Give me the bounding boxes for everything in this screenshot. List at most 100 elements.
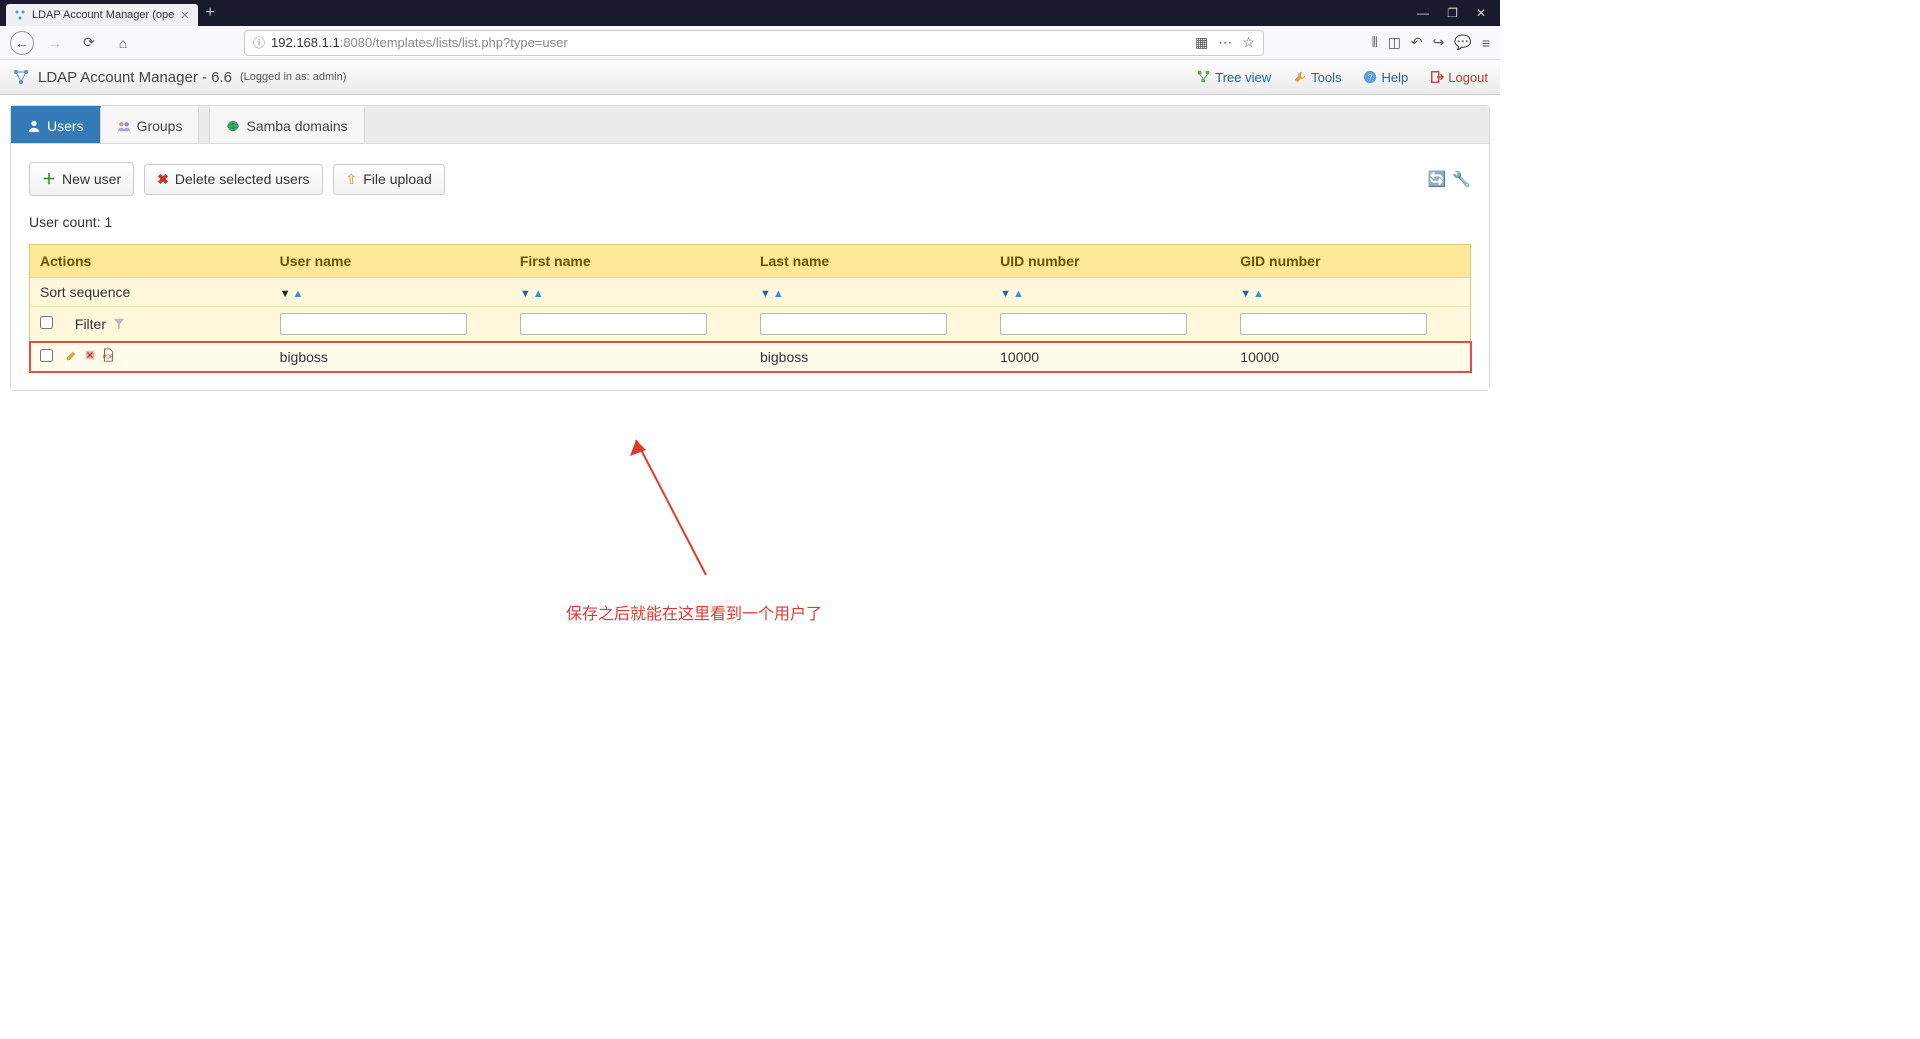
sort-uid[interactable]: ▼▲ xyxy=(1000,288,1024,300)
window-close-icon[interactable]: ✕ xyxy=(1476,6,1486,20)
pdf-icon[interactable]: PDF xyxy=(101,348,115,362)
sort-label: Sort sequence xyxy=(30,278,270,307)
sort-username[interactable]: ▼▲ xyxy=(280,288,304,300)
filter-label: Filter xyxy=(75,316,106,332)
nav-reload-button[interactable]: ⟳ xyxy=(76,30,102,56)
lam-favicon xyxy=(14,9,26,21)
forward-ext-icon[interactable]: ↪ xyxy=(1433,34,1445,51)
delete-icon[interactable] xyxy=(83,348,97,362)
th-username[interactable]: User name xyxy=(270,245,510,278)
tools-link[interactable]: Tools xyxy=(1293,70,1341,85)
library-icon[interactable]: ⫴ xyxy=(1372,34,1378,51)
sort-lastname[interactable]: ▼▲ xyxy=(760,288,784,300)
browser-tab-title: LDAP Account Manager (ope xyxy=(32,9,174,21)
filter-icon[interactable] xyxy=(112,317,126,331)
cell-firstname xyxy=(510,342,750,372)
tree-view-label: Tree view xyxy=(1215,70,1271,85)
filter-gid-input[interactable] xyxy=(1240,313,1427,335)
th-lastname[interactable]: Last name xyxy=(750,245,990,278)
chat-icon[interactable]: 💬 xyxy=(1454,34,1471,51)
help-link[interactable]: ? Help xyxy=(1363,70,1408,85)
tab-samba[interactable]: Samba domains xyxy=(209,106,364,143)
select-all-checkbox[interactable] xyxy=(40,316,53,329)
th-gid[interactable]: GID number xyxy=(1230,245,1470,278)
annotation-arrow-icon xyxy=(566,430,866,600)
globe-icon xyxy=(226,119,240,133)
window-maximize-icon[interactable]: ❐ xyxy=(1447,6,1458,20)
annotation: 保存之后就能在这里看到一个用户了 xyxy=(566,430,866,624)
user-count-label: User count: xyxy=(29,214,101,230)
sort-gid[interactable]: ▼▲ xyxy=(1240,288,1264,300)
url-bar[interactable]: ⓘ 192.168.1.1:8080/templates/lists/list.… xyxy=(244,30,1264,56)
th-uid[interactable]: UID number xyxy=(990,245,1230,278)
filter-label-wrap: Filter xyxy=(75,316,126,332)
sort-firstname[interactable]: ▼▲ xyxy=(520,288,544,300)
tab-body: ＋ New user ✖ Delete selected users ⇧ Fil… xyxy=(11,144,1489,390)
browser-tab[interactable]: LDAP Account Manager (ope ✕ xyxy=(6,4,198,26)
browser-titlebar: LDAP Account Manager (ope ✕ + ― ❐ ✕ xyxy=(0,0,1500,26)
sidebar-icon[interactable]: ◫ xyxy=(1388,34,1401,51)
edit-icon[interactable] xyxy=(65,348,79,362)
user-count-value: 1 xyxy=(104,214,112,230)
user-icon xyxy=(27,119,41,133)
cell-uid: 10000 xyxy=(990,342,1230,372)
toolbar: ＋ New user ✖ Delete selected users ⇧ Fil… xyxy=(29,162,1471,196)
nav-forward-button[interactable]: → xyxy=(42,30,68,56)
new-user-button[interactable]: ＋ New user xyxy=(29,162,134,196)
window-minimize-icon[interactable]: ― xyxy=(1417,6,1429,20)
undo-icon[interactable]: ↶ xyxy=(1411,34,1423,51)
url-text: 192.168.1.1:8080/templates/lists/list.ph… xyxy=(271,35,568,50)
tab-samba-label: Samba domains xyxy=(246,118,347,134)
svg-text:PDF: PDF xyxy=(103,355,114,361)
wrench-icon xyxy=(1293,70,1307,84)
tree-icon xyxy=(1197,70,1211,84)
bookmark-star-icon[interactable]: ☆ xyxy=(1242,34,1255,51)
refresh-icon[interactable]: 🔄 xyxy=(1428,170,1447,188)
tab-groups-label: Groups xyxy=(137,118,183,134)
filter-uid-input[interactable] xyxy=(1000,313,1187,335)
main-panel: Users Groups Samba domains ＋ New user ✖ … xyxy=(10,105,1490,391)
tree-view-link[interactable]: Tree view xyxy=(1197,70,1271,85)
tools-label: Tools xyxy=(1311,70,1341,85)
svg-text:?: ? xyxy=(1368,73,1373,83)
file-upload-button[interactable]: ⇧ File upload xyxy=(333,164,445,195)
app-title: LDAP Account Manager - 6.6 xyxy=(38,69,232,86)
logout-link[interactable]: Logout xyxy=(1430,70,1488,85)
new-user-label: New user xyxy=(62,171,121,187)
cell-gid: 10000 xyxy=(1230,342,1470,372)
help-label: Help xyxy=(1381,70,1408,85)
sort-row: Sort sequence ▼▲ ▼▲ ▼▲ ▼▲ ▼▲ xyxy=(30,278,1471,307)
filter-firstname-input[interactable] xyxy=(520,313,707,335)
row-checkbox[interactable] xyxy=(40,349,53,362)
filter-username-input[interactable] xyxy=(280,313,467,335)
hamburger-menu-icon[interactable]: ≡ xyxy=(1482,35,1490,51)
row-actions: PDF xyxy=(65,348,115,362)
url-path: :8080/templates/lists/list.php?type=user xyxy=(340,35,568,50)
tab-users-label: Users xyxy=(47,118,84,134)
help-icon: ? xyxy=(1363,70,1377,84)
th-firstname[interactable]: First name xyxy=(510,245,750,278)
browser-tab-close-icon[interactable]: ✕ xyxy=(180,9,189,22)
table-row[interactable]: PDF bigboss bigboss 10000 10000 xyxy=(30,342,1471,372)
table-header-row: Actions User name First name Last name U… xyxy=(30,245,1471,278)
logged-in-text: (Logged in as: admin) xyxy=(240,71,346,83)
x-icon: ✖ xyxy=(157,171,169,188)
settings-wrench-icon[interactable]: 🔧 xyxy=(1452,170,1471,188)
delete-selected-button[interactable]: ✖ Delete selected users xyxy=(144,164,322,195)
new-tab-button[interactable]: + xyxy=(206,4,215,22)
url-bar-actions: ▦ ⋯ ☆ xyxy=(1195,34,1255,51)
filter-lastname-input[interactable] xyxy=(760,313,947,335)
lam-logo-icon xyxy=(12,68,30,86)
nav-home-button[interactable]: ⌂ xyxy=(110,30,136,56)
delete-selected-label: Delete selected users xyxy=(175,171,310,187)
qr-icon[interactable]: ▦ xyxy=(1195,34,1208,51)
site-info-icon[interactable]: ⓘ xyxy=(253,34,265,51)
window-controls: ― ❐ ✕ xyxy=(1417,6,1500,20)
page-actions-icon[interactable]: ⋯ xyxy=(1218,34,1232,51)
file-upload-label: File upload xyxy=(363,171,432,187)
nav-back-button[interactable]: ← xyxy=(10,31,34,55)
tab-users[interactable]: Users xyxy=(11,106,101,143)
type-tabs: Users Groups Samba domains xyxy=(11,106,1489,144)
tab-groups[interactable]: Groups xyxy=(101,106,200,143)
user-table: Actions User name First name Last name U… xyxy=(29,244,1471,372)
